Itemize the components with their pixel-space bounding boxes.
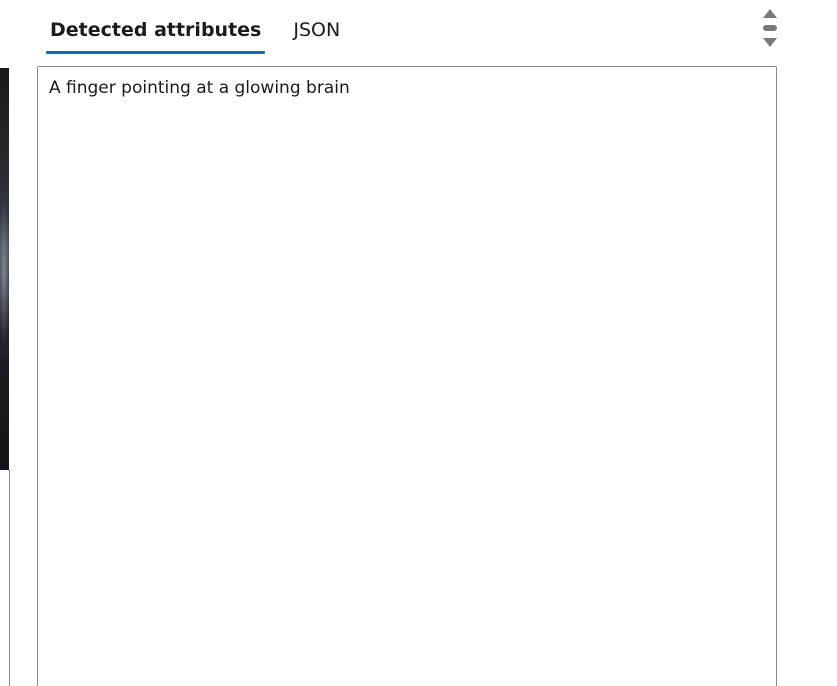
scroll-thumb[interactable]	[763, 25, 777, 31]
scroll-up-icon[interactable]	[763, 9, 777, 18]
page: Detected attributes JSON A finger pointi…	[0, 0, 837, 686]
tab-bar: Detected attributes JSON	[46, 8, 368, 54]
tab-detected-attributes[interactable]: Detected attributes	[46, 8, 266, 54]
scroll-down-icon[interactable]	[763, 38, 777, 47]
scrollbar	[760, 8, 780, 50]
image-preview-border	[9, 470, 10, 686]
tab-json[interactable]: JSON	[289, 8, 344, 54]
image-preview	[0, 68, 9, 470]
attributes-panel: A finger pointing at a glowing brain	[37, 66, 777, 686]
caption-text: A finger pointing at a glowing brain	[49, 78, 350, 98]
